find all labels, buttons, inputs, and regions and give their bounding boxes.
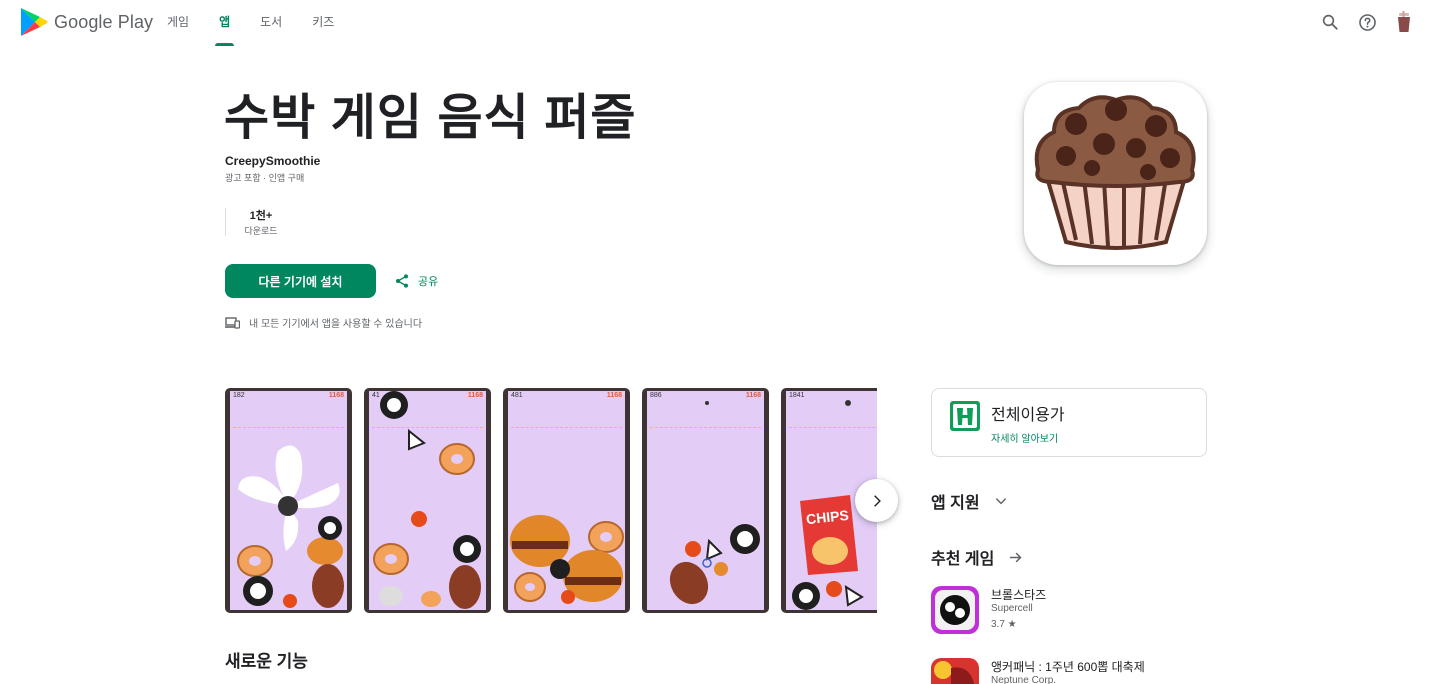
ads-iap-note: 광고 포함 · 인앱 구매: [225, 173, 305, 183]
share-label: 공유: [418, 276, 439, 288]
recommended-item-name: 앵커패닉 : 1주년 600뽑 대축제: [991, 660, 1145, 674]
learn-more-link[interactable]: 자세히 알아보기: [991, 430, 1058, 445]
downloads-count: 1천+: [249, 210, 273, 222]
food-pile-illustration: [669, 401, 760, 605]
nav-apps[interactable]: 앱: [215, 0, 235, 46]
share-icon: [396, 274, 408, 288]
recommended-item-rating: 3.7 ★: [991, 619, 1017, 630]
recommended-item-name: 브롤스타즈: [991, 588, 1047, 602]
nav-kids[interactable]: 키즈: [312, 0, 334, 46]
nav-games[interactable]: 게임: [167, 0, 189, 46]
brawl-stars-icon: [931, 586, 979, 634]
screenshot-canvas: 481 1168: [508, 391, 625, 610]
recommended-item[interactable]: 앵커패닉 : 1주년 600뽑 대축제 Neptune Corp.: [931, 658, 1207, 684]
arrow-right-icon: [1010, 552, 1022, 562]
recommended-item-developer: Neptune Corp.: [991, 675, 1057, 684]
food-pile-illustration: [237, 445, 344, 608]
google-play-logo[interactable]: Google Play: [20, 7, 153, 37]
share-button[interactable]: 공유: [394, 269, 438, 293]
chevron-down-icon: [995, 498, 1006, 505]
nav-books[interactable]: 도서: [260, 0, 282, 46]
chevron-right-icon: [873, 494, 881, 507]
top-actions: [1305, 10, 1416, 34]
downloads-label: 다운로드: [244, 226, 278, 236]
screenshot-3[interactable]: 481 1168: [503, 388, 630, 613]
play-logo-icon: [21, 8, 48, 36]
whats-new-heading: 새로운 기능: [225, 652, 308, 671]
screenshot-2[interactable]: 41 1168: [364, 388, 491, 613]
app-support-title: 앱 지원: [931, 495, 980, 512]
help-icon[interactable]: [1355, 10, 1379, 34]
app-support-header[interactable]: 앱 지원: [931, 489, 1008, 513]
food-pile-illustration: [510, 515, 624, 604]
carousel-next-button[interactable]: [855, 479, 898, 522]
app-title: 수박 게임 음식 퍼즐: [224, 91, 637, 145]
screenshot-4[interactable]: 886 1168: [642, 388, 769, 613]
screenshot-carousel[interactable]: 182 1168 41 1168 481 1168 886 1168 1841 …: [225, 388, 877, 613]
devices-icon: [225, 316, 240, 329]
anchor-panic-icon: [931, 658, 979, 684]
screenshot-canvas: 41 1168: [369, 391, 486, 610]
devices-note-text: 내 모든 기기에서 앱을 사용할 수 있습니다: [249, 319, 423, 330]
devices-note: 내 모든 기기에서 앱을 사용할 수 있습니다: [225, 315, 422, 330]
content-rating-label: 전체이용가: [991, 407, 1065, 424]
recommended-item[interactable]: 브롤스타즈 Supercell 3.7 ★: [931, 586, 1207, 644]
main-nav: 게임 앱 도서 키즈: [167, 0, 364, 46]
app-icon: [1024, 82, 1207, 265]
screenshot-canvas: 886 1168: [647, 391, 764, 610]
screenshot-canvas: 182 1168: [230, 391, 347, 610]
content-rating-icon: [950, 401, 980, 431]
brand-name: Google Play: [54, 11, 154, 32]
recommended-title: 추천 게임: [931, 551, 995, 568]
food-pile-illustration: [373, 391, 481, 609]
screenshot-1[interactable]: 182 1168: [225, 388, 352, 613]
muffin-icon: [1034, 95, 1196, 250]
account-avatar[interactable]: [1392, 10, 1416, 34]
recommended-header[interactable]: 추천 게임: [931, 545, 1023, 569]
recommended-item-developer: Supercell: [991, 603, 1033, 614]
developer-link[interactable]: CreepySmoothie: [225, 154, 320, 168]
top-bar: Google Play 게임 앱 도서 키즈: [0, 0, 1430, 46]
content-rating-card: 전체이용가 자세히 알아보기: [931, 388, 1207, 457]
search-icon[interactable]: [1318, 10, 1342, 34]
install-button[interactable]: 다른 기기에 설치: [225, 264, 376, 298]
